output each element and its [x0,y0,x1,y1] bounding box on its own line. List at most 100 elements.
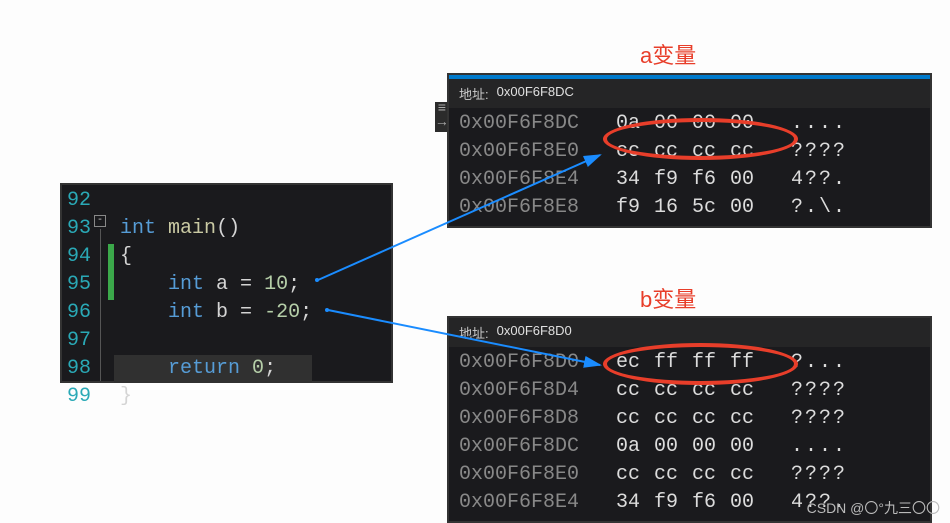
memory-byte: ff [723,349,761,377]
memory-byte: 00 [647,110,685,138]
memory-byte: f6 [685,166,723,194]
memory-byte: 00 [723,110,761,138]
memory-byte: cc [685,461,723,489]
memory-ascii: .... [761,110,847,138]
line-number: 97 [67,327,91,355]
memory-byte: cc [647,377,685,405]
memory-addr: 0x00F6F8E0 [459,138,609,166]
memory-byte: cc [723,377,761,405]
line-number-gutter: 92 93 94 95 96 97 98 99 [62,185,94,381]
parens: () [216,217,240,240]
memory-row: 0x00F6F8E0cccccccc???? [459,461,920,489]
memory-address-value[interactable]: 0x00F6F8DC [497,84,574,103]
line-number: 98 [67,355,91,383]
memory-byte: cc [647,405,685,433]
memory-ascii: ???? [761,461,847,489]
memory-panel-a: 地址: 0x00F6F8DC 0x00F6F8DC0a000000.... 0x… [447,73,932,228]
memory-byte: 00 [723,166,761,194]
edit-mark-gutter [108,185,114,381]
memory-panel-b: 地址: 0x00F6F8D0 0x00F6F8D0ecffffff?... 0x… [447,316,932,523]
memory-ascii: 4??. [761,166,847,194]
memory-byte: cc [723,461,761,489]
memory-addr: 0x00F6F8DC [459,110,609,138]
memory-addr: 0x00F6F8D4 [459,377,609,405]
memory-byte: ec [609,349,647,377]
label-variable-b: b变量 [640,282,696,314]
memory-address-label: 地址: [459,84,489,103]
memory-byte: 34 [609,166,647,194]
memory-address-value[interactable]: 0x00F6F8D0 [497,323,572,342]
kw-int: int [168,301,204,324]
memory-byte: f9 [647,166,685,194]
memory-byte: cc [609,377,647,405]
memory-row: 0x00F6F8D4cccccccc???? [459,377,920,405]
code-body[interactable]: int main() { int a = 10; int b = -20; re… [114,185,312,381]
memory-byte: cc [685,405,723,433]
fold-gutter: - [94,185,108,381]
rbrace: } [120,385,132,408]
edit-mark-green [108,244,114,300]
memory-rows: 0x00F6F8DC0a000000.... 0x00F6F8E0ccccccc… [449,108,930,226]
semi: ; [288,273,300,296]
memory-byte: cc [609,461,647,489]
memory-ascii: ?.\. [761,194,847,222]
memory-byte: ff [647,349,685,377]
code-editor-panel: 92 93 94 95 96 97 98 99 - int main() { i… [60,183,393,383]
memory-byte: cc [685,377,723,405]
memory-addr: 0x00F6F8E4 [459,489,609,517]
memory-byte: cc [723,405,761,433]
memory-byte: cc [685,138,723,166]
memory-row: 0x00F6F8E0cccccccc???? [459,138,920,166]
memory-byte: 0a [609,433,647,461]
memory-byte: 00 [647,433,685,461]
watermark: CSDN @〇°九三〇〇 [807,498,940,518]
memory-ascii: .... [761,433,847,461]
semi: ; [264,357,276,380]
line-number: 99 [67,383,91,411]
line-number: 92 [67,187,91,215]
memory-byte: 5c [685,194,723,222]
num-literal: 0 [240,357,264,380]
kw-int: int [168,273,204,296]
fn-main: main [168,217,216,240]
memory-ascii: ?... [761,349,847,377]
lbrace: { [120,245,132,268]
memory-byte: cc [609,405,647,433]
memory-byte: 00 [723,194,761,222]
semi: ; [300,301,312,324]
memory-byte: 00 [685,433,723,461]
memory-header: 地址: 0x00F6F8DC [449,79,930,108]
fold-minus-icon[interactable]: - [94,215,106,227]
memory-byte: 00 [723,489,761,517]
line-number: 96 [67,299,91,327]
code-text: b = [204,301,264,324]
memory-byte: 00 [685,110,723,138]
line-number: 94 [67,243,91,271]
memory-byte: cc [647,138,685,166]
memory-byte: cc [723,138,761,166]
memory-byte: 0a [609,110,647,138]
memory-row: 0x00F6F8E8f9165c00?.\. [459,194,920,222]
memory-ascii: ???? [761,405,847,433]
memory-byte: 16 [647,194,685,222]
kw-int: int [120,217,156,240]
memory-rows: 0x00F6F8D0ecffffff?... 0x00F6F8D4ccccccc… [449,347,930,521]
memory-addr: 0x00F6F8E0 [459,461,609,489]
memory-addr: 0x00F6F8E8 [459,194,609,222]
memory-byte: f6 [685,489,723,517]
line-number: 95 [67,271,91,299]
memory-byte: cc [609,138,647,166]
memory-ascii: ???? [761,138,847,166]
kw-return: return [168,357,240,380]
memory-byte: 34 [609,489,647,517]
memory-byte: f9 [609,194,647,222]
memory-row: 0x00F6F8E434f9f6004??. [459,166,920,194]
code-text: a = [204,273,264,296]
memory-address-label: 地址: [459,323,489,342]
memory-byte: cc [647,461,685,489]
memory-addr: 0x00F6F8DC [459,433,609,461]
memory-byte: f9 [647,489,685,517]
memory-header: 地址: 0x00F6F8D0 [449,318,930,347]
memory-row: 0x00F6F8DC0a000000.... [459,433,920,461]
memory-row: 0x00F6F8DC0a000000.... [459,110,920,138]
